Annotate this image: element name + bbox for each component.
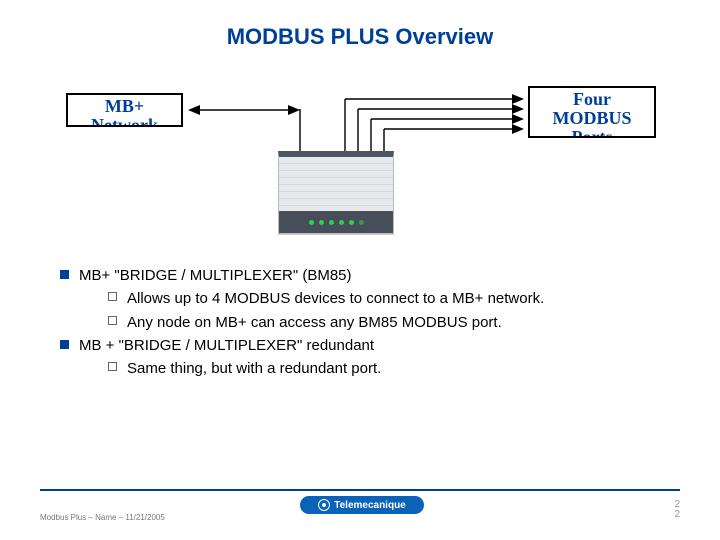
bullet-list: MB+ "BRIDGE / MULTIPLEXER" (BM85) Allows… xyxy=(60,264,660,380)
list-item: Any node on MB+ can access any BM85 MODB… xyxy=(108,311,660,334)
list-item: MB + "BRIDGE / MULTIPLEXER" redundant xyxy=(60,334,660,357)
bullet-icon xyxy=(108,316,117,325)
slide-title: MODBUS PLUS Overview xyxy=(0,24,720,50)
bullet-icon xyxy=(108,362,117,371)
footer-divider xyxy=(40,489,680,491)
bullet-icon xyxy=(60,270,69,279)
page-number: 2 2 xyxy=(674,500,680,520)
list-item: Allows up to 4 MODBUS devices to connect… xyxy=(108,287,660,310)
list-item: MB+ "BRIDGE / MULTIPLEXER" (BM85) xyxy=(60,264,660,287)
bullet-icon xyxy=(108,292,117,301)
bm85-device-illustration xyxy=(278,151,394,234)
list-item: Same thing, but with a redundant port. xyxy=(108,357,660,380)
bullet-icon xyxy=(60,340,69,349)
footer-text: Modbus Plus – Name – 11/21/2005 xyxy=(40,513,165,522)
logo-ring-icon xyxy=(318,499,330,511)
label-four-modbus-ports: Four MODBUS Ports xyxy=(528,86,656,138)
label-mb-plus-network: MB+ Network xyxy=(66,93,183,127)
telemecanique-logo: Telemecanique xyxy=(300,496,424,514)
